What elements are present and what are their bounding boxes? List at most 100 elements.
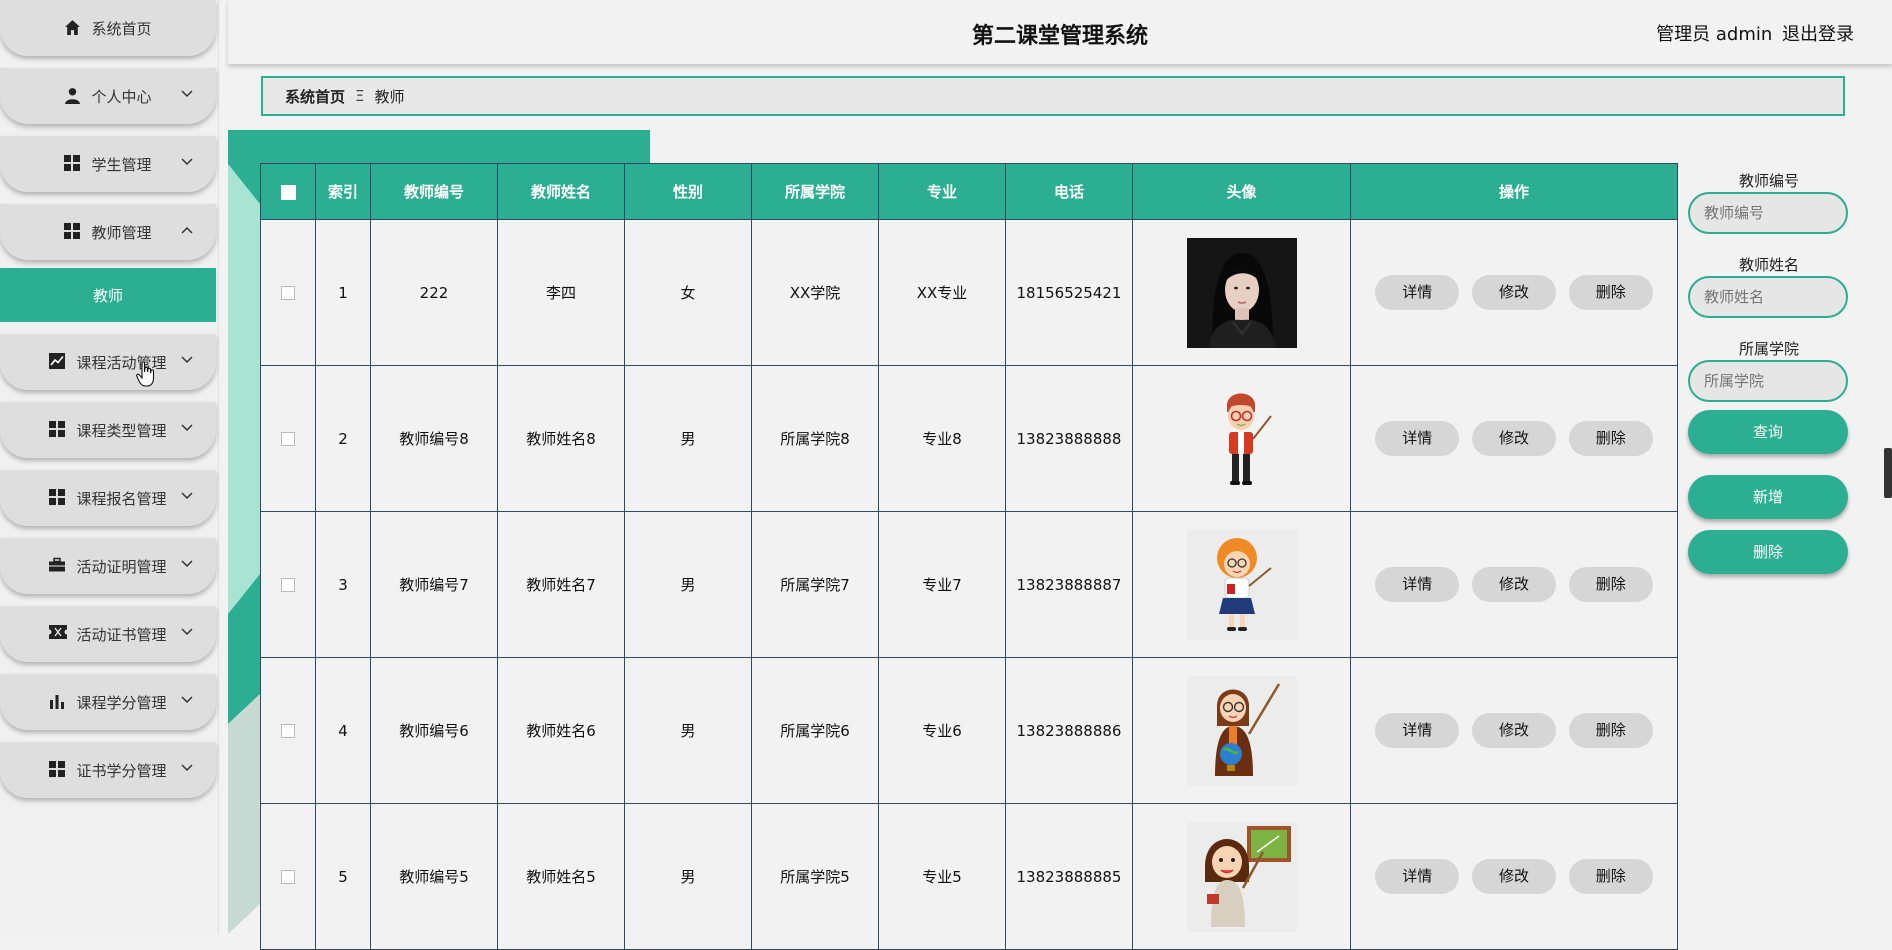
- column-header-actions: 操作: [1350, 163, 1678, 220]
- sidebar-item-certificate-credit-management[interactable]: 证书学分管理: [0, 742, 216, 798]
- table-header-row: 索引 教师编号 教师姓名 性别 所属学院 专业 电话 头像 操作: [260, 163, 1678, 220]
- cell-gender: 男: [624, 657, 752, 804]
- sidebar-item-label: 教师管理: [91, 223, 152, 242]
- sidebar-item-home[interactable]: 系统首页: [0, 0, 216, 56]
- person-icon: [64, 87, 82, 105]
- batch-delete-button[interactable]: 删除: [1688, 530, 1848, 574]
- sidebar-item-label: 课程学分管理: [76, 693, 167, 712]
- sidebar-item-activity-certificate-management[interactable]: 活动证书管理: [0, 606, 216, 662]
- cell-teacher-code: 教师编号6: [370, 657, 498, 804]
- sidebar-item-course-enrollment-management[interactable]: 课程报名管理: [0, 470, 216, 526]
- row-checkbox[interactable]: [281, 870, 295, 884]
- table-row: 5 教师编号5 教师姓名5 男 所属学院5 专业5 13823888885 详情…: [260, 803, 1678, 950]
- cell-teacher-code: 222: [370, 219, 498, 366]
- table-row: 3 教师编号7 教师姓名7 男 所属学院7 专业7 13823888887 详情…: [260, 511, 1678, 658]
- chart-line-icon: [49, 353, 67, 371]
- breadcrumb-current: 教师: [374, 87, 405, 106]
- breadcrumb-home[interactable]: 系统首页: [285, 86, 345, 107]
- edit-button[interactable]: 修改: [1472, 421, 1556, 456]
- detail-button[interactable]: 详情: [1375, 275, 1460, 310]
- cell-teacher-code: 教师编号5: [370, 803, 498, 950]
- teacher-code-input[interactable]: [1688, 192, 1848, 234]
- column-header-phone: 电话: [1005, 163, 1133, 220]
- row-checkbox[interactable]: [281, 286, 295, 300]
- edit-button[interactable]: 修改: [1472, 713, 1556, 748]
- logout-link[interactable]: 退出登录: [1782, 24, 1854, 45]
- row-checkbox[interactable]: [281, 724, 295, 738]
- cell-avatar: [1132, 511, 1351, 658]
- cell-actions: 详情 修改 删除: [1350, 657, 1678, 804]
- cell-teacher-name: 教师姓名7: [497, 511, 625, 658]
- query-button[interactable]: 查询: [1688, 410, 1848, 454]
- sidebar-item-personal-center[interactable]: 个人中心: [0, 68, 216, 124]
- app-title: 第二课堂管理系统: [971, 24, 1148, 49]
- cell-college: 所属学院7: [751, 511, 879, 658]
- cell-phone: 13823888887: [1005, 511, 1133, 658]
- cell-college: 所属学院5: [751, 803, 879, 950]
- column-header-teacher-name: 教师姓名: [497, 163, 625, 220]
- cell-index: 4: [315, 657, 371, 804]
- teacher-name-input[interactable]: [1688, 276, 1848, 318]
- row-checkbox[interactable]: [281, 432, 295, 446]
- detail-button[interactable]: 详情: [1375, 567, 1460, 602]
- cell-major: 专业7: [878, 511, 1006, 658]
- edit-button[interactable]: 修改: [1472, 859, 1556, 894]
- college-label: 所属学院: [1738, 340, 1799, 358]
- edit-button[interactable]: 修改: [1472, 275, 1556, 310]
- sidebar-item-label: 活动证书管理: [76, 625, 167, 644]
- search-panel: 教师编号 教师姓名 所属学院 查询 新增 删除: [1688, 170, 1850, 574]
- sidebar-item-student-management[interactable]: 学生管理: [0, 136, 216, 192]
- cell-index: 3: [315, 511, 371, 658]
- row-checkbox[interactable]: [281, 578, 295, 592]
- cell-phone: 13823888886: [1005, 657, 1133, 804]
- sidebar-item-label: 个人中心: [91, 87, 152, 106]
- cell-teacher-code: 教师编号7: [370, 511, 498, 658]
- sidebar-item-label: 活动证明管理: [76, 557, 167, 576]
- breadcrumb-separator: Ξ: [355, 87, 365, 105]
- select-all-checkbox[interactable]: [280, 184, 296, 200]
- college-input[interactable]: [1688, 360, 1848, 402]
- page-scrollbar[interactable]: [1884, 448, 1892, 498]
- table-row: 2 教师编号8 教师姓名8 男 所属学院8 专业8 13823888888 详情…: [260, 365, 1678, 512]
- add-button[interactable]: 新增: [1688, 475, 1848, 519]
- cell-major: XX专业: [878, 219, 1006, 366]
- detail-button[interactable]: 详情: [1375, 859, 1460, 894]
- sidebar-item-activity-proof-management[interactable]: 活动证明管理: [0, 538, 216, 594]
- cell-college: XX学院: [751, 219, 879, 366]
- row-select-cell: [260, 511, 316, 658]
- column-header-major: 专业: [878, 163, 1006, 220]
- content-header-strip: [228, 130, 650, 164]
- delete-button[interactable]: 删除: [1568, 567, 1653, 602]
- cell-index: 1: [315, 219, 371, 366]
- column-header-teacher-code: 教师编号: [370, 163, 498, 220]
- detail-button[interactable]: 详情: [1375, 713, 1460, 748]
- chevron-down-icon: [181, 628, 193, 636]
- sidebar-subitem-teacher[interactable]: 教师: [0, 268, 216, 322]
- detail-button[interactable]: 详情: [1375, 421, 1460, 456]
- sidebar-item-course-credit-management[interactable]: 课程学分管理: [0, 674, 216, 730]
- sidebar-item-teacher-management[interactable]: 教师管理: [0, 204, 216, 260]
- chevron-down-icon: [181, 356, 193, 364]
- cell-avatar: [1132, 365, 1351, 512]
- row-select-cell: [260, 657, 316, 804]
- cell-phone: 18156525421: [1005, 219, 1133, 366]
- delete-button[interactable]: 删除: [1568, 421, 1653, 456]
- column-header-college: 所属学院: [751, 163, 879, 220]
- briefcase-icon: [49, 557, 67, 575]
- delete-button[interactable]: 删除: [1568, 275, 1653, 310]
- column-header-index: 索引: [315, 163, 371, 220]
- column-header-gender: 性别: [624, 163, 752, 220]
- avatar-cartoon-teacher-board: [1186, 821, 1297, 932]
- delete-button[interactable]: 删除: [1568, 859, 1653, 894]
- row-select-cell: [260, 219, 316, 366]
- avatar-cartoon-teacher-girl: [1186, 529, 1297, 640]
- avatar-photo-woman: [1186, 237, 1297, 348]
- cell-actions: 详情 修改 删除: [1350, 365, 1678, 512]
- cell-phone: 13823888885: [1005, 803, 1133, 950]
- sidebar-item-course-type-management[interactable]: 课程类型管理: [0, 402, 216, 458]
- cell-teacher-name: 教师姓名5: [497, 803, 625, 950]
- delete-button[interactable]: 删除: [1568, 713, 1653, 748]
- cell-college: 所属学院6: [751, 657, 879, 804]
- edit-button[interactable]: 修改: [1472, 567, 1556, 602]
- sidebar-item-course-activity-management[interactable]: 课程活动管理: [0, 334, 216, 390]
